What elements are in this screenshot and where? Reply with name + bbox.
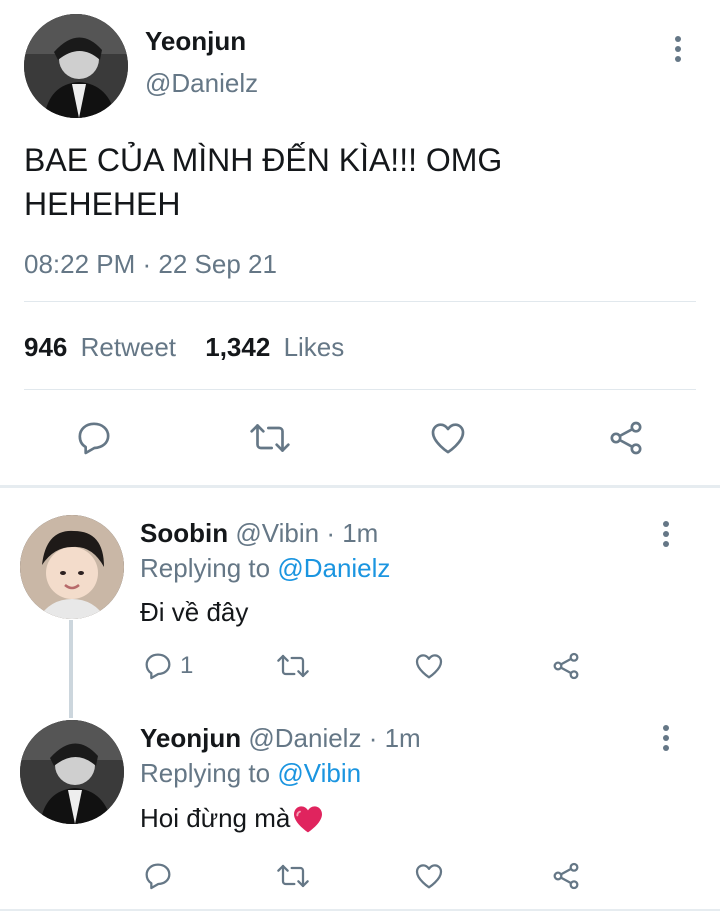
retweet-button[interactable]	[248, 418, 292, 458]
reply-time[interactable]: · 1m	[369, 723, 421, 753]
retweet-count: 946	[24, 332, 68, 362]
replying-to: Replying to @Danielz	[140, 553, 390, 584]
author-handle[interactable]: @Vibin	[235, 518, 319, 548]
section-separator	[0, 485, 720, 488]
tweet-text-line: HEHEHEH	[24, 186, 181, 222]
more-vertical-icon[interactable]	[666, 29, 690, 69]
retweet-icon	[277, 864, 309, 888]
like-icon	[415, 864, 443, 889]
avatar[interactable]	[24, 14, 128, 118]
tweet-timestamp[interactable]: 08:22 PM · 22 Sep 21	[24, 249, 277, 280]
share-button[interactable]	[606, 418, 646, 458]
more-vertical-icon[interactable]	[654, 718, 678, 758]
reply-time[interactable]: · 1m	[326, 518, 378, 548]
share-button[interactable]	[550, 650, 582, 682]
avatar[interactable]	[20, 720, 124, 824]
reply-button[interactable]	[74, 418, 114, 458]
retweet-button[interactable]	[275, 860, 311, 892]
reply-icon	[145, 653, 171, 680]
author-name[interactable]: Yeonjun	[145, 26, 246, 57]
bottom-separator	[0, 909, 720, 911]
reply-text: Đi về đây	[140, 597, 249, 627]
replying-to-label: Replying to	[140, 553, 271, 583]
avatar[interactable]	[20, 515, 124, 619]
divider	[24, 301, 696, 302]
retweet-stat[interactable]: 946 Retweet	[24, 332, 183, 362]
like-label: Likes	[283, 332, 345, 362]
reply-text: Hoi đừng mà	[140, 803, 324, 834]
reply-count: 1	[180, 652, 194, 679]
like-button[interactable]	[413, 650, 445, 682]
divider	[24, 389, 696, 390]
reply-button[interactable]	[142, 860, 174, 892]
like-icon	[415, 654, 443, 679]
author-handle[interactable]: @Danielz	[145, 68, 258, 99]
like-stat[interactable]: 1,342 Likes	[205, 332, 344, 362]
heart-emoji	[294, 805, 323, 832]
like-button[interactable]	[428, 418, 468, 458]
retweet-button[interactable]	[275, 650, 311, 682]
like-button[interactable]	[413, 860, 445, 892]
retweet-icon	[250, 424, 290, 452]
share-button[interactable]	[550, 860, 582, 892]
thread-line	[69, 620, 73, 718]
more-vertical-icon[interactable]	[654, 514, 678, 554]
author-handle[interactable]: @Danielz	[248, 723, 361, 753]
replying-to-link[interactable]: @Danielz	[277, 553, 390, 583]
reply-button[interactable]: 1	[142, 650, 193, 682]
reply-text-content: Hoi đừng mà	[140, 803, 291, 833]
author-name[interactable]: Yeonjun	[140, 723, 241, 753]
share-icon	[610, 421, 642, 455]
reply-header: Yeonjun @Danielz · 1m	[140, 723, 421, 754]
like-icon	[431, 423, 465, 454]
replying-to-link[interactable]: @Vibin	[277, 758, 361, 788]
reply-header: Soobin @Vibin · 1m	[140, 518, 378, 549]
reply-icon	[145, 863, 171, 890]
share-icon	[553, 862, 579, 890]
like-count: 1,342	[205, 332, 271, 362]
replying-to-label: Replying to	[140, 758, 271, 788]
engagement-stats: 946 Retweet 1,342 Likes	[24, 332, 344, 363]
reply-icon	[78, 422, 110, 455]
replying-to: Replying to @Vibin	[140, 758, 361, 789]
share-icon	[553, 652, 579, 680]
tweet-text: BAE CỦA MÌNH ĐẾN KÌA!!! OMG HEHEHEH	[24, 138, 502, 226]
tweet-text-line: BAE CỦA MÌNH ĐẾN KÌA!!! OMG	[24, 142, 503, 178]
retweet-label: Retweet	[80, 332, 177, 362]
author-name[interactable]: Soobin	[140, 518, 228, 548]
retweet-icon	[277, 654, 309, 678]
